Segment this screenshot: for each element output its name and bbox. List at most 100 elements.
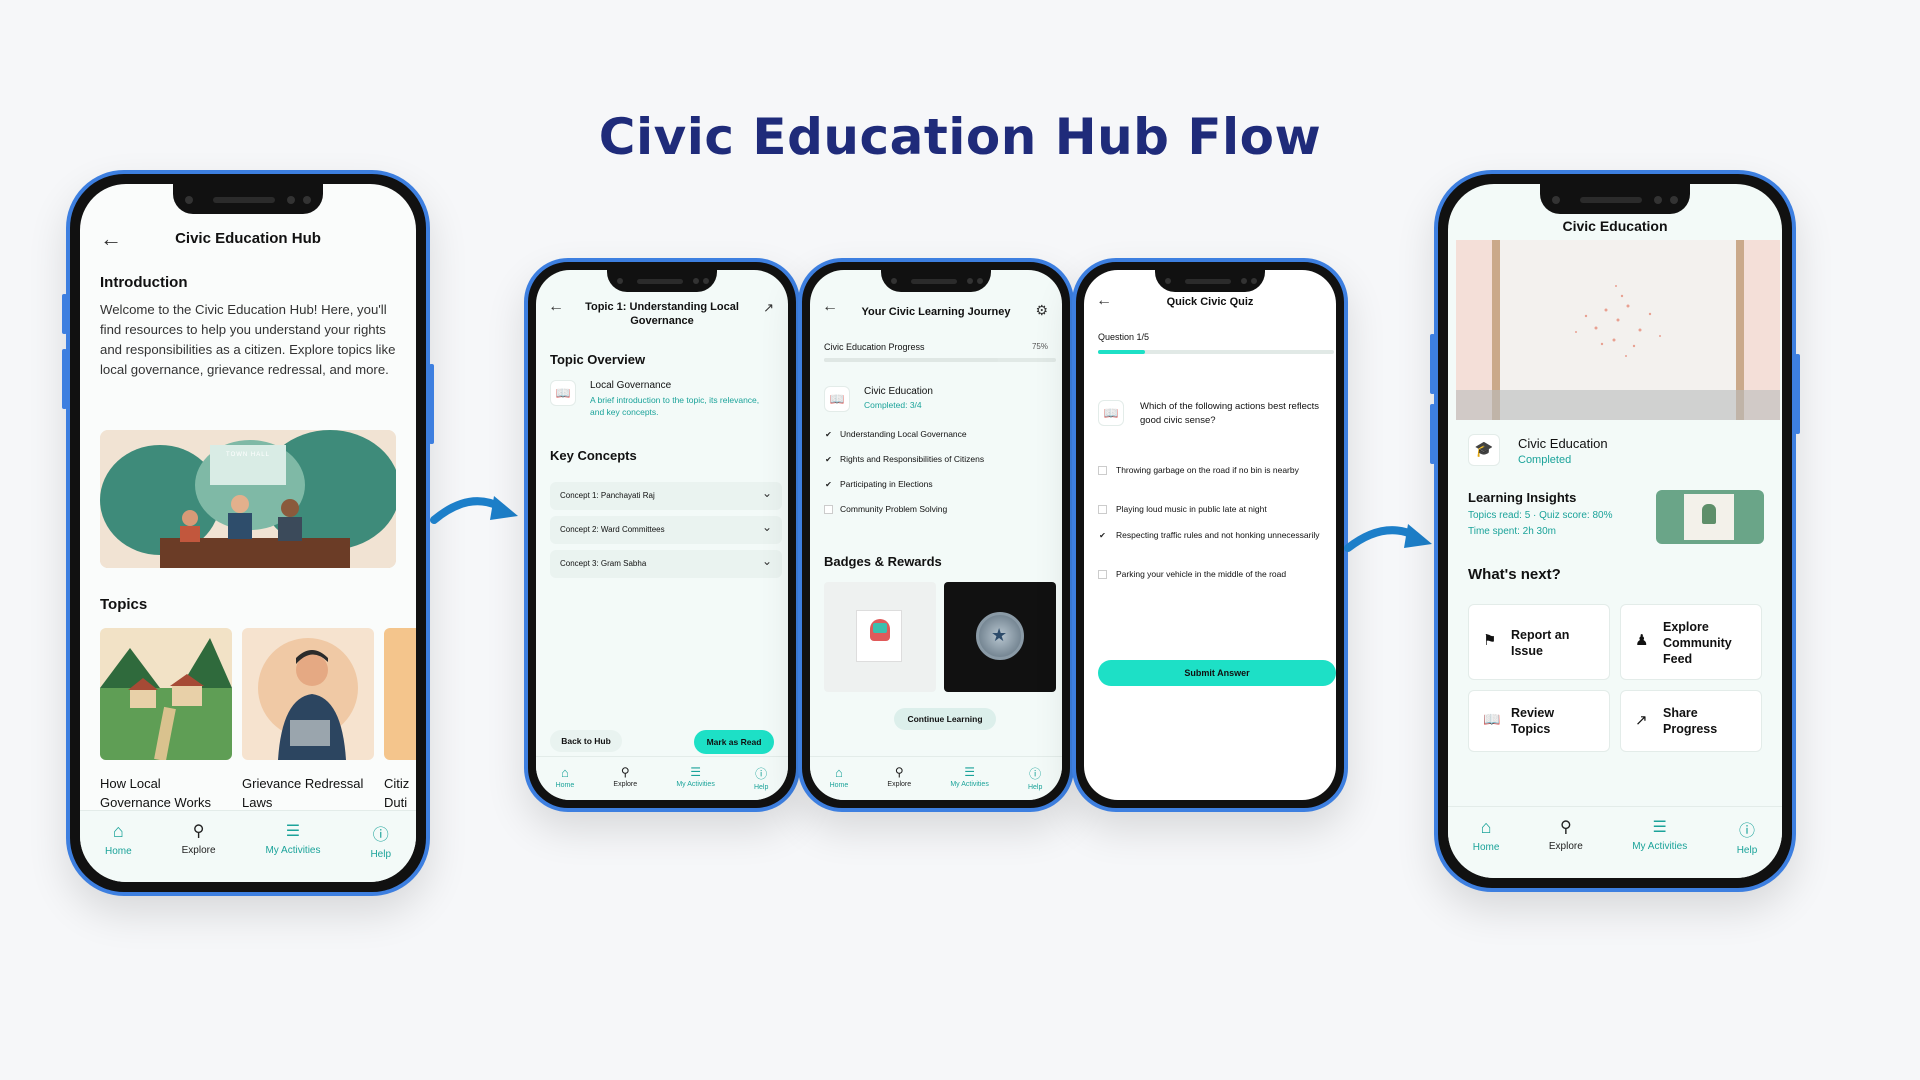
chevron-down-icon: ⌄ [761,554,772,568]
insights-line1: Topics read: 5 · Quiz score: 80% [1468,510,1613,521]
module-item[interactable]: ✔ Rights and Responsibilities of Citizens [824,453,1062,478]
tab-explore[interactable]: ⚲ Explore [613,765,637,788]
badge-medal-icon: ★ [976,612,1024,660]
checkbox-empty[interactable] [1098,466,1107,475]
checkmark-icon[interactable]: ✔ [824,455,833,464]
tab-label: Home [555,782,575,789]
concept-accordion[interactable]: Concept 1: Panchayati Raj ⌄ [550,482,782,510]
module-label: Understanding Local Governance [840,429,967,439]
modules-list: ✔ Understanding Local Governance ✔ Rights a… [824,428,1062,528]
help-icon: ⓘ [372,827,389,844]
help-icon: ⓘ [1029,767,1042,781]
settings-gear-icon[interactable]: ⚙ [1035,302,1048,319]
chevron-down-icon: ⌄ [761,520,772,534]
tab-label: Home [104,846,132,857]
overview-title: Local Governance [590,380,672,391]
book-icon: 📖 [1098,400,1124,426]
tab-help[interactable]: ⓘ Help [1028,765,1042,791]
quiz-option[interactable]: Throwing garbage on the road if no bin i… [1098,464,1336,503]
concept-label: Concept 1: Panchayati Raj [560,491,655,500]
review-topics-button[interactable]: 📖 Review Topics [1468,690,1610,752]
badge-card-light [824,582,936,692]
search-icon: ⚲ [1559,819,1572,836]
tab-bar: ⌂ Home ⚲ Explore ☰ My Activities ⓘ Help [1448,806,1782,878]
people-icon: ♟ [1635,632,1649,649]
tab-help[interactable]: ⓘ Help [370,821,391,860]
tab-activities[interactable]: ☰ My Activities [1632,817,1687,852]
tab-activities[interactable]: ☰ My Activities [950,765,989,788]
tab-home[interactable]: ⌂ Home [1473,817,1500,853]
tab-home[interactable]: ⌂ Home [830,765,849,789]
back-to-hub-button[interactable]: Back to Hub [550,730,622,752]
badges-heading: Badges & Rewards [824,554,942,569]
quiz-option[interactable]: Playing loud music in public late at nig… [1098,503,1336,529]
topic-card[interactable]: Citiz Duti [384,628,416,812]
intro-text: Welcome to the Civic Education Hub! Here… [100,302,396,377]
tab-label: My Activities [265,845,321,856]
tab-label: Explore [613,781,638,788]
page-title: Quick Civic Quiz [1166,296,1254,308]
question-text: Which of the following actions best refl… [1140,401,1320,426]
submit-answer-button[interactable]: Submit Answer [1098,660,1336,686]
progress-track [824,358,1056,362]
tab-help[interactable]: ⓘ Help [1737,817,1758,856]
question-count: Question 1/5 [1098,332,1150,342]
list-icon: ☰ [1652,819,1667,836]
concept-accordion[interactable]: Concept 3: Gram Sabha ⌄ [550,550,782,578]
share-progress-button[interactable]: ↗ Share Progress [1620,690,1762,752]
quiz-option[interactable]: ✔ Respecting traffic rules and not honkin… [1098,529,1336,568]
topic-label: Grievance Redressal Laws [242,776,364,810]
action-label: Report an Issue [1511,628,1570,658]
tab-explore[interactable]: ⚲ Explore [182,821,216,856]
course-status: Completed [1518,454,1572,466]
tab-explore[interactable]: ⚲ Explore [1549,817,1583,852]
topic-card[interactable]: How Local Governance Works [100,628,232,812]
tab-label: My Activities [676,781,715,788]
insights-line2: Time spent: 2h 30m [1468,526,1557,537]
tab-label: Explore [1548,841,1583,852]
module-label: Community Problem Solving [840,504,948,514]
next-heading: What's next? [1468,566,1561,583]
topic-card[interactable]: Grievance Redressal Laws [242,628,374,812]
tab-home[interactable]: ⌂ Home [556,765,575,789]
page-title: Topic 1: Understanding Local Governance [585,301,739,327]
continue-learning-button[interactable]: Continue Learning [894,708,996,730]
tab-activities[interactable]: ☰ My Activities [265,821,320,856]
mark-as-read-button[interactable]: Mark as Read [694,730,774,754]
tab-bar: ⌂ Home ⚲ Explore ☰ My Activities ⓘ Help [536,756,788,800]
module-label: Participating in Elections [840,479,933,489]
checkbox-empty[interactable] [1098,505,1107,514]
search-icon: ⚲ [894,765,904,779]
page-title: Your Civic Learning Journey [861,306,1011,318]
checkmark-icon[interactable]: ✔ [824,480,833,489]
option-label: Parking your vehicle in the middle of th… [1116,569,1287,579]
module-item[interactable]: Community Problem Solving [824,503,1062,528]
hero-image [1456,240,1780,420]
concept-accordion[interactable]: Concept 2: Ward Committees ⌄ [550,516,782,544]
module-item[interactable]: ✔ Participating in Elections [824,478,1062,503]
flow-arrow-icon [1344,524,1432,552]
tab-help[interactable]: ⓘ Help [754,765,768,791]
checkbox-empty[interactable] [1098,570,1107,579]
checkmark-icon[interactable]: ✔ [1098,531,1107,540]
checkbox-empty[interactable] [824,505,833,514]
home-icon: ⌂ [1480,817,1492,837]
tab-bar: ⌂ Home ⚲ Explore ☰ My Activities ⓘ Help [80,810,416,882]
checkmark-icon[interactable]: ✔ [824,430,833,439]
tab-label: Help [753,784,769,791]
tab-home[interactable]: ⌂ Home [105,821,132,857]
quiz-option[interactable]: Parking your vehicle in the middle of th… [1098,568,1336,607]
explore-community-button[interactable]: ♟ Explore Community Feed [1620,604,1762,680]
report-issue-button[interactable]: ⚑ Report an Issue [1468,604,1610,680]
list-icon: ☰ [964,765,975,779]
tab-activities[interactable]: ☰ My Activities [676,765,715,788]
tab-explore[interactable]: ⚲ Explore [887,765,911,788]
flow-arrow-icon [430,496,518,524]
share-icon[interactable]: ↗ [763,300,774,316]
topic-thumb-person [242,628,374,760]
module-item[interactable]: ✔ Understanding Local Governance [824,428,1062,453]
concept-label: Concept 3: Gram Sabha [560,559,647,568]
book-icon: 📖 [824,386,850,412]
progress-value: 75% [1031,342,1048,351]
back-arrow-icon[interactable]: ← [548,298,564,316]
